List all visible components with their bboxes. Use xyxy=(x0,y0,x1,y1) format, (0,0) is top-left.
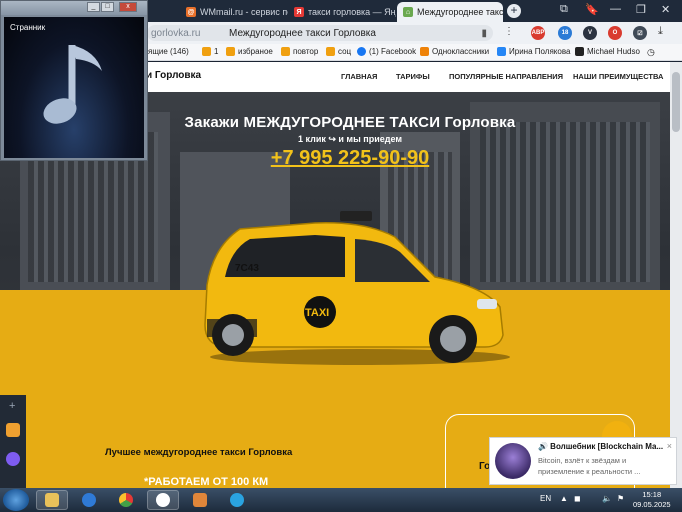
tab-taxi[interactable]: ⌂ Междугороднее такси × xyxy=(397,2,503,22)
folder-icon xyxy=(281,47,290,56)
mail-app-icon[interactable] xyxy=(6,423,20,437)
player-track-title: Странник xyxy=(10,23,46,32)
network-icon[interactable]: ⚑ xyxy=(617,494,624,503)
bookmark-item[interactable]: Одноклассники xyxy=(420,47,489,56)
taskbar-telegram[interactable] xyxy=(221,490,253,510)
car-door-text: TAXI xyxy=(305,307,329,319)
opera-icon[interactable]: O xyxy=(608,26,622,40)
tab-list-icon[interactable]: ⧉ xyxy=(560,3,568,16)
best-taxi-heading: Лучшее междугороднее такси Горловка xyxy=(105,447,293,458)
download-icon[interactable]: ⤓ xyxy=(658,25,663,38)
puzzle-icon[interactable]: ☑ xyxy=(633,26,647,40)
tray-apps-icon[interactable]: ◼ xyxy=(574,494,581,503)
bookmark-item[interactable]: повтор xyxy=(281,47,318,56)
close-icon[interactable]: ✕ xyxy=(661,3,670,16)
shield-icon[interactable]: V xyxy=(583,26,597,40)
tab-yandex[interactable]: Я такси горловка — Янд xyxy=(288,2,396,22)
start-button[interactable] xyxy=(3,489,29,511)
abp-icon[interactable]: ABP xyxy=(531,26,545,40)
minimize-icon[interactable]: — xyxy=(610,3,621,15)
restore-icon[interactable]: □ xyxy=(101,2,114,12)
side-app-strip: + xyxy=(0,395,26,488)
close-icon[interactable]: x xyxy=(119,2,137,12)
site-logo[interactable]: и Горловка xyxy=(146,70,201,81)
nav-tariffs[interactable]: ТАРИФЫ xyxy=(396,72,430,81)
music-player-window[interactable]: _ □ x Странник xyxy=(0,0,148,161)
url-page-title: Междугороднее такси Горловка xyxy=(229,27,376,39)
chrome-icon xyxy=(119,493,133,507)
menu-dots-icon[interactable]: ⋮ xyxy=(504,26,514,37)
bookmark-item[interactable]: Michael Hudso xyxy=(575,47,640,56)
facebook-icon xyxy=(357,47,366,56)
bookmark-item[interactable]: (1) Facebook xyxy=(357,47,416,56)
headlight xyxy=(477,299,497,309)
bookmark-item[interactable]: Ирина Полякова xyxy=(497,47,570,56)
notification-text: Bitcoin, взлёт к звёздам и приземление к… xyxy=(538,456,641,476)
page-scrollbar[interactable] xyxy=(670,62,682,488)
extension-icon[interactable]: 18 xyxy=(558,26,572,40)
taxi-car-image: 7С43 TAXI xyxy=(204,211,510,365)
ie-icon xyxy=(82,493,96,507)
tab-label: Междугороднее такси xyxy=(417,7,503,17)
yandex-browser-icon xyxy=(156,493,170,507)
taxi-site-icon: ⌂ xyxy=(403,7,413,17)
notification-avatar xyxy=(495,443,531,479)
nav-advantages[interactable]: НАШИ ПРЕИМУЩЕСТВА xyxy=(573,72,663,81)
taskbar-media[interactable] xyxy=(184,490,216,510)
restore-icon[interactable]: ❐ xyxy=(636,3,646,16)
close-icon[interactable]: × xyxy=(667,441,672,451)
url-input[interactable]: gorlovka.ru Междугороднее такси Горловка… xyxy=(147,25,493,41)
folder-icon xyxy=(326,47,335,56)
bookmark-item[interactable]: избраное xyxy=(226,47,273,56)
nav-popular[interactable]: ПОПУЛЯРНЫЕ НАПРАВЛЕНИЯ xyxy=(449,72,563,81)
odnoklassniki-icon xyxy=(420,47,429,56)
add-icon[interactable]: + xyxy=(9,400,15,412)
notification-toast[interactable]: 🔊 Волшебник [Blockchain Ма... Bitcoin, в… xyxy=(489,437,677,485)
system-clock[interactable]: 15:18 09.05.2025 xyxy=(633,490,671,510)
alice-app-icon[interactable] xyxy=(6,452,20,466)
bookmark-star-icon[interactable]: ▮ xyxy=(481,28,487,39)
language-indicator[interactable]: EN xyxy=(540,494,551,503)
taxi-roof-sign xyxy=(340,211,372,221)
telegram-icon xyxy=(230,493,244,507)
bookmark-item[interactable]: ящие (146) xyxy=(148,47,189,56)
scrollbar-thumb[interactable] xyxy=(672,72,680,132)
tab-label: WMmail.ru - сервис по xyxy=(200,7,288,17)
tab-label: такси горловка — Янд xyxy=(308,7,396,17)
notification-title: 🔊 Волшебник [Blockchain Ма... xyxy=(538,442,664,451)
folder-icon xyxy=(202,47,211,56)
player-artwork: Странник xyxy=(4,17,144,158)
rear-rim xyxy=(222,324,244,346)
volume-icon[interactable]: 🔈 xyxy=(602,494,612,503)
wmmail-icon: @ xyxy=(186,7,196,17)
yandex-icon: Я xyxy=(294,7,304,17)
bookmark-icon[interactable]: 🔖 xyxy=(585,3,599,16)
nav-home[interactable]: ГЛАВНАЯ xyxy=(341,72,377,81)
tray-arrow-icon[interactable]: ▲ xyxy=(560,494,568,503)
taskbar-explorer[interactable] xyxy=(36,490,68,510)
car-plate-text: 7С43 xyxy=(235,263,259,274)
player-title-bar[interactable]: _ □ x xyxy=(1,1,147,15)
tab-wmmail[interactable]: @ WMmail.ru - сервис по × xyxy=(180,2,288,22)
new-tab-button[interactable]: + xyxy=(507,4,521,18)
taskbar-chrome[interactable] xyxy=(110,490,142,510)
folder-icon xyxy=(45,493,59,507)
bookmark-item[interactable]: соц xyxy=(326,47,351,56)
bookmark-item[interactable]: 1 xyxy=(202,47,218,56)
music-note-icon xyxy=(43,45,102,124)
minimize-icon[interactable]: _ xyxy=(87,2,100,12)
taskbar-ie[interactable] xyxy=(73,490,105,510)
front-rim xyxy=(440,326,466,352)
vk-icon xyxy=(497,47,506,56)
taskbar-yandex[interactable] xyxy=(147,490,179,510)
clock-date: 09.05.2025 xyxy=(633,500,671,509)
clock-icon[interactable]: ◷ xyxy=(647,47,655,58)
folder-icon xyxy=(226,47,235,56)
work-distance-text: *РАБОТАЕМ ОТ 100 КМ xyxy=(144,476,269,488)
taskbar: EN ▲ ◼ 🔈 ⚑ 15:18 09.05.2025 xyxy=(0,488,682,512)
clock-time: 15:18 xyxy=(642,490,662,499)
media-player-icon xyxy=(193,493,207,507)
url-domain: gorlovka.ru xyxy=(151,27,201,39)
twitter-x-icon xyxy=(575,47,584,56)
